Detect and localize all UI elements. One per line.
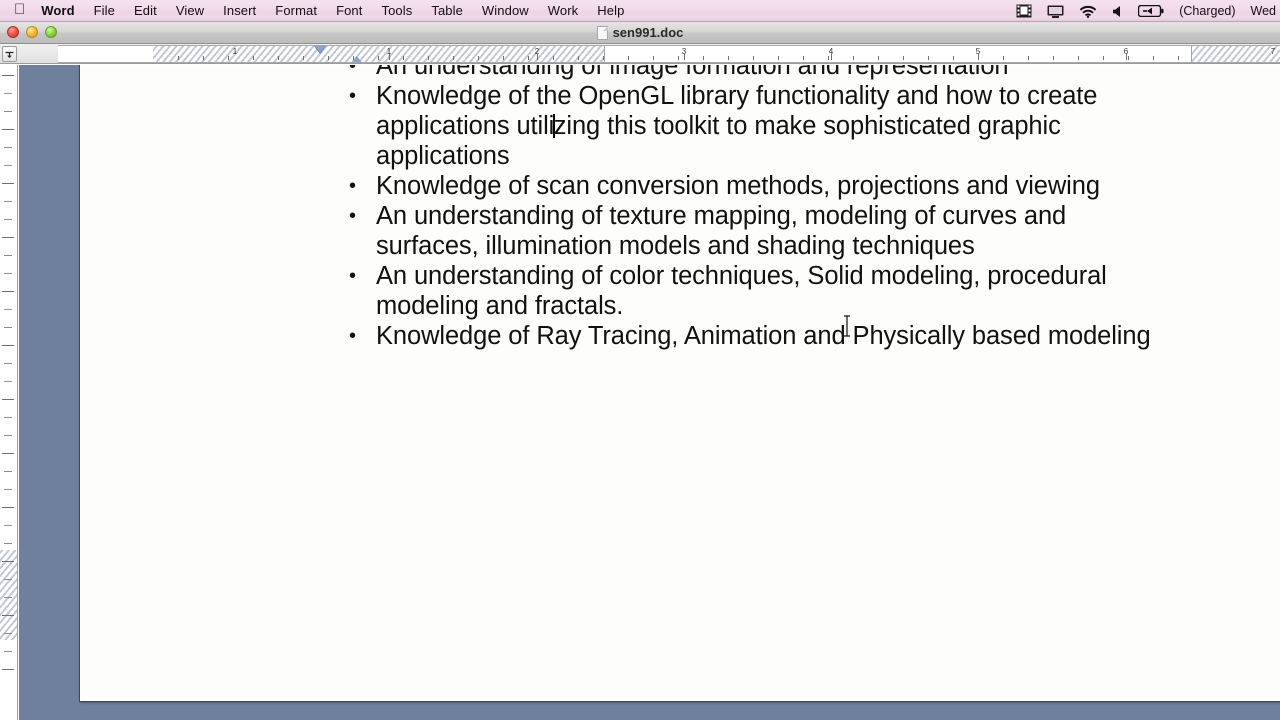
list-item[interactable]: • An understanding of color techniques, … xyxy=(338,261,1168,321)
list-item-text: Knowledge of the OpenGL library function… xyxy=(376,81,1168,171)
menu-item-word[interactable]: Word xyxy=(41,3,74,18)
menu-item-table[interactable]: Table xyxy=(431,3,463,18)
bullet-marker: • xyxy=(349,325,356,347)
horizontal-ruler[interactable]: 1 1 2 3 4 5 6 7 xyxy=(0,44,1280,64)
list-item[interactable]: • An understanding of texture mapping, m… xyxy=(338,201,1168,261)
document-area[interactable]: • An understanding of image formation an… xyxy=(0,65,1280,720)
list-item[interactable]: • Knowledge of scan conversion methods, … xyxy=(338,171,1168,201)
ruler-number-2: 2 xyxy=(534,47,540,56)
window-title-bar: sen991.doc xyxy=(0,22,1280,44)
menu-item-help[interactable]: Help xyxy=(597,3,624,18)
menu-item-window[interactable]: Window xyxy=(482,3,529,18)
menu-item-font[interactable]: Font xyxy=(336,3,362,18)
ruler-number-5: 5 xyxy=(975,47,981,56)
menu-item-format[interactable]: Format xyxy=(275,3,317,18)
menu-bar:  Word File Edit View Insert Format Font… xyxy=(0,0,1280,22)
list-item-text: Knowledge of scan conversion methods, pr… xyxy=(376,172,1100,200)
i-beam-cursor xyxy=(842,315,852,337)
vertical-ruler-page-band xyxy=(0,65,17,550)
vertical-ruler[interactable] xyxy=(0,65,18,720)
list-item[interactable]: • Knowledge of Ray Tracing, Animation an… xyxy=(338,321,1168,351)
menu-item-insert[interactable]: Insert xyxy=(223,3,256,18)
document-icon xyxy=(596,25,608,40)
menu-bar-status-area: (Charged) Wed xyxy=(1016,0,1280,22)
vertical-ruler-page2-band xyxy=(0,640,17,720)
zoom-button[interactable] xyxy=(45,26,57,38)
wifi-icon[interactable] xyxy=(1079,5,1097,18)
list-item[interactable]: • An understanding of image formation an… xyxy=(338,65,1168,81)
window-title-text: sen991.doc xyxy=(612,25,684,40)
ruler-number-4: 4 xyxy=(828,47,834,56)
list-item-text: An understanding of color techniques, So… xyxy=(376,262,1107,320)
screen-recording-icon[interactable] xyxy=(1016,4,1032,18)
battery-icon[interactable] xyxy=(1138,5,1164,17)
apple-logo-icon[interactable]:  xyxy=(14,2,25,17)
list-item-text: An understanding of texture mapping, mod… xyxy=(376,202,1067,260)
bullet-marker: • xyxy=(349,205,356,227)
ruler-number-6: 6 xyxy=(1123,47,1129,56)
page-1-content[interactable]: • An understanding of image formation an… xyxy=(80,65,1280,703)
document-page-1[interactable]: • An understanding of image formation an… xyxy=(79,65,1280,702)
ruler-number-margin: 1 xyxy=(232,47,238,56)
bullet-marker: • xyxy=(349,65,356,77)
ruler-number-7: 7 xyxy=(1270,47,1276,56)
bullet-marker: • xyxy=(349,265,356,287)
bullet-list[interactable]: • An understanding of image formation an… xyxy=(338,65,1168,351)
display-icon[interactable] xyxy=(1047,5,1064,18)
bullet-marker: • xyxy=(349,85,356,107)
tab-stop-icon[interactable] xyxy=(2,46,17,62)
menu-item-work[interactable]: Work xyxy=(548,3,579,18)
battery-status-label: (Charged) xyxy=(1179,4,1236,18)
vertical-ruler-bottom-margin-shading xyxy=(0,550,17,640)
volume-icon[interactable] xyxy=(1112,5,1123,18)
left-indent-marker[interactable] xyxy=(351,62,363,63)
bullet-marker: • xyxy=(349,175,356,197)
page-gutter: • An understanding of image formation an… xyxy=(19,65,1280,720)
window-title: sen991.doc xyxy=(596,25,684,40)
ruler-strip[interactable]: 1 1 2 3 4 5 6 7 xyxy=(58,45,1280,63)
close-button[interactable] xyxy=(7,26,19,38)
list-item[interactable]: • Knowledge of the OpenGL library functi… xyxy=(338,81,1168,171)
menu-item-view[interactable]: View xyxy=(176,3,204,18)
menu-item-tools[interactable]: Tools xyxy=(381,3,412,18)
first-line-indent-marker[interactable] xyxy=(314,46,326,53)
list-item-text: An understanding of image formation and … xyxy=(376,65,1009,80)
menu-bar-clock[interactable]: Wed xyxy=(1251,4,1276,18)
menu-item-file[interactable]: File xyxy=(94,3,115,18)
minimize-button[interactable] xyxy=(26,26,38,38)
list-item-text: Knowledge of Ray Tracing, Animation and … xyxy=(376,322,1151,350)
ruler-ticks: 1 1 2 3 4 5 6 7 xyxy=(58,46,1280,62)
ruler-number-3: 3 xyxy=(681,47,687,56)
menu-item-edit[interactable]: Edit xyxy=(134,3,157,18)
window-controls xyxy=(7,26,57,38)
ruler-number-1: 1 xyxy=(386,47,392,56)
